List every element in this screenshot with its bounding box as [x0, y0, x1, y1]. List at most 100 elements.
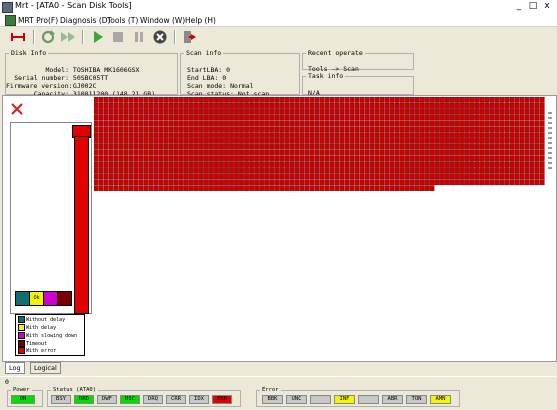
minimize-button[interactable]: _: [513, 1, 525, 12]
close-button[interactable]: x: [541, 1, 553, 12]
scan-block: [254, 144, 259, 150]
scan-block: [274, 120, 279, 127]
scan-block: [374, 161, 380, 168]
scan-block: [334, 185, 340, 191]
scan-block: [289, 173, 295, 180]
scan-block: [334, 114, 340, 121]
menu-help[interactable]: Help (H): [185, 16, 216, 25]
scan-block: [464, 161, 470, 168]
scan-block: [334, 97, 340, 103]
scan-block: [529, 97, 535, 103]
scan-block: [349, 132, 355, 138]
menu-window[interactable]: Window (W): [140, 16, 185, 25]
scan-block: [254, 108, 259, 115]
scan-block: [479, 120, 485, 127]
scan-block: [429, 144, 435, 150]
tab-log[interactable]: Log: [5, 362, 25, 374]
scan-block: [339, 161, 345, 168]
scan-block: [128, 167, 134, 174]
scan-block: [484, 161, 490, 168]
scan-block: [179, 149, 184, 156]
scan-block: [369, 185, 375, 191]
scan-block: [444, 114, 450, 121]
refresh-icon[interactable]: [40, 29, 56, 45]
exit-icon[interactable]: [182, 29, 198, 45]
scan-block: [184, 120, 189, 127]
scan-block: [148, 114, 154, 121]
scan-block: [369, 126, 375, 132]
scan-block: [434, 173, 440, 180]
scan-block: [319, 173, 325, 180]
scan-block: [214, 132, 219, 138]
grid-scroll-indicator[interactable]: [547, 97, 554, 187]
scan-block: [359, 167, 365, 174]
disconnect-icon[interactable]: [10, 29, 26, 45]
scan-block: [359, 132, 365, 138]
stop-icon[interactable]: [110, 29, 126, 45]
cancel-icon[interactable]: [152, 29, 168, 45]
scan-block: [474, 155, 480, 162]
scan-block: [459, 173, 465, 180]
pause-icon[interactable]: [131, 29, 147, 45]
scan-block: [484, 173, 490, 180]
scan-block: [489, 114, 495, 121]
scan-block: [419, 138, 425, 144]
scan-block: [118, 179, 124, 186]
scan-block: [294, 97, 300, 103]
scan-block: [434, 144, 440, 150]
scan-block: [143, 120, 149, 127]
status-counter: 0: [5, 378, 9, 386]
disk-info-legend: Disk Info: [11, 49, 47, 57]
scan-block: [434, 149, 440, 156]
scan-block: [103, 173, 109, 180]
scan-block: [103, 97, 109, 103]
scan-block: [158, 144, 164, 150]
scan-block: [534, 173, 540, 180]
scan-block: [329, 138, 335, 144]
scan-block: [439, 108, 445, 115]
scan-block: [289, 185, 295, 191]
status-tag: CRR: [166, 395, 186, 404]
scan-block: [479, 149, 485, 156]
scan-block: [424, 155, 430, 162]
scan-block: [98, 173, 104, 180]
scan-block: [113, 149, 119, 156]
scan-block: [439, 138, 445, 144]
scan-block: [229, 97, 234, 103]
scan-block: [449, 173, 455, 180]
scan-block: [404, 161, 410, 168]
play-icon[interactable]: [90, 29, 106, 45]
scan-block: [108, 138, 114, 144]
scan-block: [239, 114, 244, 121]
close-scan-icon[interactable]: [10, 102, 24, 116]
scan-block: [439, 179, 445, 186]
status-tag: DWF: [97, 395, 117, 404]
scan-block: [148, 144, 154, 150]
fast-forward-icon[interactable]: [60, 29, 76, 45]
menu-tools[interactable]: Tools (T): [107, 16, 138, 25]
scan-block: [309, 97, 315, 103]
scan-block: [128, 102, 134, 109]
scan-block: [489, 120, 495, 127]
scan-block: [128, 155, 134, 162]
menu-mrt-pro[interactable]: MRT Pro(F): [18, 16, 58, 25]
scan-block: [434, 167, 440, 174]
scan-block: [394, 149, 400, 156]
scan-block: [209, 185, 214, 191]
scan-block: [379, 161, 385, 168]
maximize-button[interactable]: □: [527, 1, 539, 12]
scan-block: [459, 167, 465, 174]
scan-block: [189, 138, 194, 144]
scan-block: [143, 138, 149, 144]
scan-block: [153, 97, 159, 103]
scan-block: [98, 114, 104, 121]
scan-block: [153, 102, 159, 109]
scan-block: [454, 149, 460, 156]
scan-block: [133, 144, 139, 150]
status-tag: DRD: [74, 395, 94, 404]
scan-block: [359, 102, 365, 109]
scan-block: [399, 173, 405, 180]
menu-diagnosis[interactable]: Diagnosis (D): [60, 16, 110, 25]
scan-block: [264, 167, 269, 174]
tab-logical-scan[interactable]: Logical scan: [30, 362, 61, 382]
